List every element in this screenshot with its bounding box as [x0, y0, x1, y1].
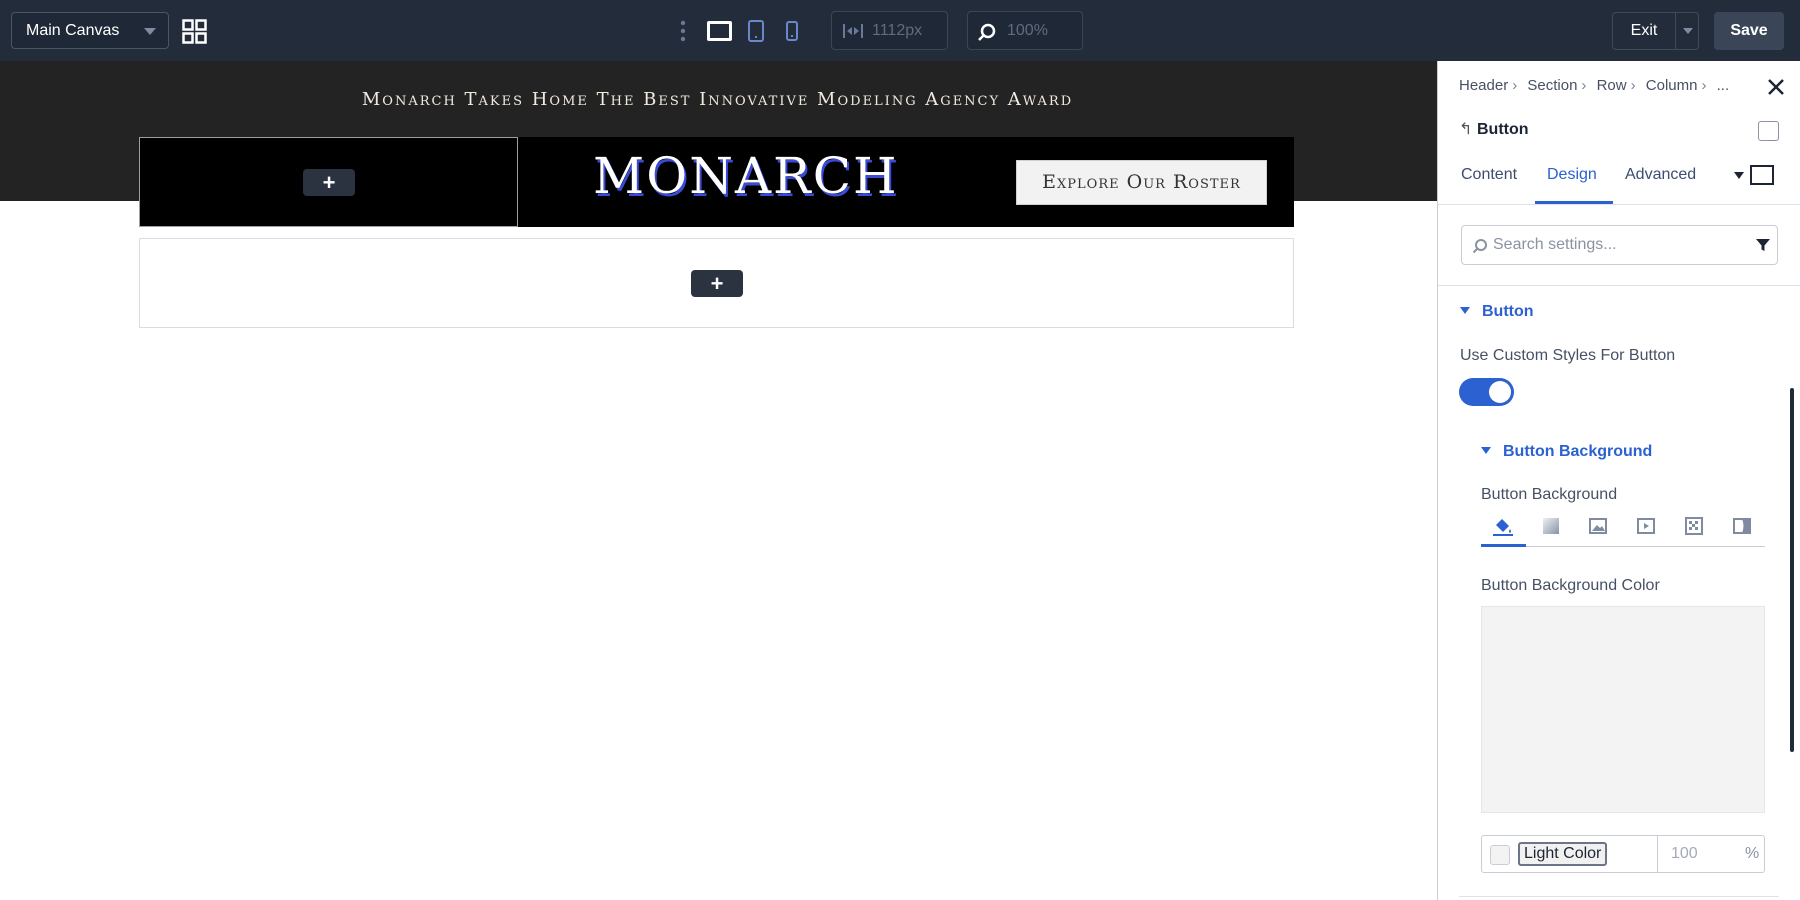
filter-icon[interactable] [1755, 237, 1771, 253]
grid-layout-icon[interactable] [182, 19, 207, 44]
close-icon[interactable] [1765, 76, 1787, 98]
add-row-button[interactable]: + [691, 270, 743, 297]
custom-styles-label: Use Custom Styles For Button [1460, 347, 1676, 364]
chevron-down-icon [144, 28, 156, 35]
opacity-input[interactable]: 100 [1671, 836, 1698, 872]
search-input[interactable] [1493, 226, 1743, 264]
section-button-toggle[interactable]: Button [1460, 303, 1534, 321]
exit-dropdown-icon[interactable] [1683, 28, 1693, 34]
canvas-select[interactable]: Main Canvas [11, 12, 169, 49]
element-options-icon[interactable] [1758, 121, 1779, 141]
color-row-divider [1657, 836, 1658, 872]
zoom-icon [978, 23, 996, 41]
background-type-tabs [1481, 510, 1765, 547]
divider [1438, 285, 1800, 286]
exit-divider [1675, 13, 1676, 49]
canvas-width-value: 1112px [872, 22, 923, 39]
save-button[interactable]: Save [1714, 12, 1784, 50]
logo-text[interactable]: MONARCH [593, 147, 897, 205]
empty-row[interactable]: + [139, 238, 1294, 328]
color-value-row: Light Color 100 % [1481, 835, 1765, 873]
breadcrumb-header[interactable]: Header [1459, 77, 1508, 94]
divider [1459, 896, 1779, 897]
breadcrumb-section[interactable]: Section [1527, 77, 1577, 94]
divider [1438, 204, 1800, 205]
section-button-title: Button [1482, 303, 1534, 320]
exit-button-group: Exit [1612, 12, 1699, 50]
color-swatch[interactable] [1490, 845, 1510, 865]
button-background-label: Button Background [1481, 486, 1618, 503]
zoom-value: 100% [1007, 22, 1048, 39]
tab-content[interactable]: Content [1461, 166, 1517, 184]
element-title: ↰ Button [1459, 119, 1529, 139]
breadcrumb: Header › Section › Row › Column › ... [1459, 77, 1730, 94]
back-arrow-icon[interactable]: ↰ [1459, 119, 1473, 139]
custom-styles-toggle[interactable] [1459, 378, 1514, 406]
toggle-knob [1489, 381, 1511, 403]
breadcrumb-column[interactable]: Column [1646, 77, 1698, 94]
panel-scrollbar[interactable] [1790, 388, 1794, 752]
subsection-button-background-toggle[interactable]: Button Background [1481, 443, 1652, 461]
add-module-button[interactable]: + [303, 169, 355, 196]
pattern-icon[interactable] [1684, 516, 1704, 536]
active-bg-type-indicator [1481, 544, 1526, 547]
settings-panel: Header › Section › Row › Column › ... ↰ Butto… [1437, 61, 1800, 900]
canvas-width-input[interactable]: 1112px [831, 11, 948, 50]
caret-down-icon [1481, 447, 1491, 454]
caret-down-icon [1460, 307, 1470, 314]
color-preview[interactable] [1481, 606, 1765, 813]
paint-bucket-icon[interactable] [1493, 516, 1513, 536]
explore-roster-button[interactable]: Explore Our Roster [1016, 160, 1267, 205]
zoom-input[interactable]: 100% [967, 11, 1083, 50]
mask-icon[interactable] [1732, 516, 1752, 536]
width-arrows-icon [843, 24, 863, 38]
breadcrumb-row[interactable]: Row [1597, 77, 1627, 94]
announcement-text: Monarch Takes Home The Best Innovative M… [361, 89, 1074, 110]
global-color-chip[interactable]: Light Color [1518, 842, 1608, 866]
tablet-view-icon[interactable] [748, 20, 764, 42]
top-toolbar: Main Canvas 1112px 100% Exit Save [0, 0, 1800, 61]
gradient-icon[interactable] [1541, 516, 1561, 536]
tabs-dropdown-icon[interactable] [1734, 172, 1744, 179]
opacity-unit: % [1745, 845, 1760, 862]
bg-color-label: Button Background Color [1481, 577, 1660, 594]
more-vertical-icon[interactable] [680, 20, 686, 42]
element-title-text: Button [1477, 121, 1529, 138]
desktop-view-icon[interactable] [707, 21, 732, 41]
builder-canvas: Monarch Takes Home The Best Innovative M… [0, 61, 1437, 900]
video-icon[interactable] [1636, 516, 1656, 536]
subsection-bg-title: Button Background [1503, 443, 1653, 460]
empty-column[interactable]: + [139, 137, 518, 227]
exit-button[interactable]: Exit [1613, 13, 1675, 49]
view-mode-icon[interactable] [1750, 165, 1774, 185]
tab-advanced[interactable]: Advanced [1625, 166, 1696, 184]
phone-view-icon[interactable] [786, 21, 798, 41]
header-row[interactable]: + MONARCH Explore Our Roster [139, 137, 1294, 227]
image-icon[interactable] [1588, 516, 1608, 536]
settings-search [1461, 225, 1778, 265]
canvas-select-value: Main Canvas [26, 22, 120, 39]
tab-design[interactable]: Design [1547, 166, 1597, 184]
breadcrumb-more[interactable]: ... [1717, 77, 1730, 94]
search-icon [1472, 239, 1487, 254]
